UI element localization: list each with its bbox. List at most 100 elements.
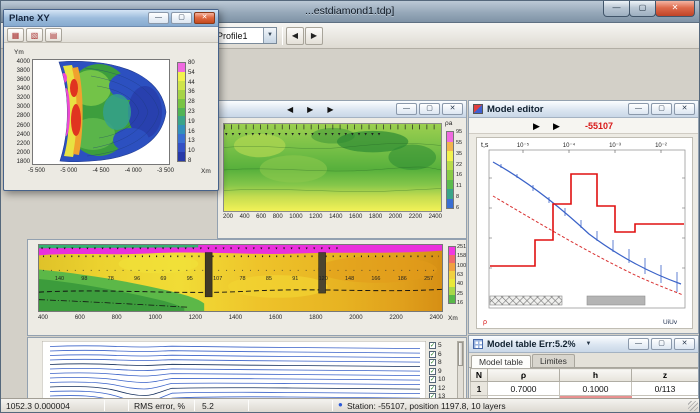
pseudosection-plot[interactable]: ▾▾▾▾▾▾▾▾▾▾▾▾▾▾▾▾▾▾▾▾▾▾▾▾ [223, 123, 442, 212]
colorbar-segment [447, 170, 453, 180]
prev-arrow-button[interactable]: ◀ [287, 105, 293, 114]
legend-checkbox[interactable]: ✓ [429, 351, 436, 358]
legend-checkbox[interactable]: ✓ [429, 376, 436, 383]
pseudosection-x-axis: 2004006008001000120014001600180020002200… [223, 214, 442, 220]
plane-xy-maximize-button[interactable]: ▢ [171, 12, 192, 24]
plane-xy-minimize-button[interactable]: — [148, 12, 169, 24]
model-section-plot[interactable]: ▾▾▾▾▾▾▾▾▾▾▾▾▾▾▾▾▾▾▾▾▾▾▾▾▾▾▾▾▾▾▾▾▾▾▾▾▾▾▾▾… [38, 244, 443, 312]
tick-label: 3600 [17, 77, 30, 83]
play-forward-button[interactable]: ▶ [553, 121, 560, 132]
cell-h[interactable]: 0.1000 [560, 382, 632, 396]
tick-label: 158 [457, 253, 466, 259]
tab-model-table[interactable]: Model table [471, 355, 531, 368]
next-station-button[interactable]: ▶ [305, 27, 323, 45]
tick-label: 1000 [148, 315, 161, 321]
legend-item[interactable]: ✓9 [429, 368, 455, 375]
profile-select[interactable]: Profile1 ▼ [213, 27, 277, 44]
tick-label: 200 [223, 214, 233, 220]
colorbar-segment [449, 287, 455, 295]
column-header-rho[interactable]: ρ [488, 369, 560, 382]
legend-item[interactable]: ✓12 [429, 385, 455, 392]
pseudosection-titlebar[interactable]: ◀ ▶ ▶ — ▢ ✕ [218, 101, 466, 118]
pseudosection-minimize-button[interactable]: — [396, 103, 417, 115]
legend-item[interactable]: ✓8 [429, 359, 455, 366]
tick-label: 4000 [17, 59, 30, 65]
tick-label: 36 [188, 89, 195, 95]
model-editor-titlebar[interactable]: Model editor — ▢ ✕ [469, 101, 698, 118]
model-table-close-button[interactable]: ✕ [674, 338, 695, 350]
chevron-down-icon[interactable]: ▼ [586, 341, 592, 347]
next-arrow-button[interactable]: ▶ [307, 105, 313, 114]
model-editor-minimize-button[interactable]: — [628, 103, 649, 115]
model-table-minimize-button[interactable]: — [628, 338, 649, 350]
plane-xy-window[interactable]: Plane XY — ▢ ✕ ▦ ▧ ▤ Ym 4000380036003400… [3, 9, 219, 191]
tick-label: 80 [188, 60, 195, 66]
tick-label: 100 [457, 263, 466, 269]
layers-button[interactable]: ▤ [45, 28, 62, 42]
legend-checkbox[interactable]: ✓ [429, 385, 436, 392]
pseudosection-maximize-button[interactable]: ▢ [419, 103, 440, 115]
resistivity-value: 91 [292, 276, 298, 282]
tick-label: 1400 [329, 214, 342, 220]
model-section-x-axis: 4006008001000120014001600180020002200240… [38, 315, 443, 321]
model-table-maximize-button[interactable]: ▢ [651, 338, 672, 350]
model-editor-panel: Model editor — ▢ ✕ ▶ ▶ -55107 [468, 100, 699, 334]
tick-label: 16 [456, 172, 462, 178]
column-header-n[interactable]: N [471, 369, 488, 382]
colorbar-segment [447, 199, 453, 209]
tick-label: 800 [112, 315, 122, 321]
colorbar-segment [447, 189, 453, 199]
grid-button[interactable]: ▧ [26, 28, 43, 42]
column-header-h[interactable]: h [560, 369, 632, 382]
model-table-tabs: Model table Limites [469, 353, 698, 368]
window-close-button[interactable]: ✕ [655, 1, 695, 17]
borehole-column [205, 253, 212, 297]
tick-label: 2000 [389, 214, 402, 220]
prev-station-button[interactable]: ◀ [286, 27, 304, 45]
model-editor-maximize-button[interactable]: ▢ [651, 103, 672, 115]
pseudosection-close-button[interactable]: ✕ [442, 103, 463, 115]
model-editor-plot[interactable]: t,s 10⁻⁵ 10⁻⁴ 10⁻³ 10⁻² [476, 137, 693, 329]
tick-label: 63 [457, 272, 466, 278]
play-arrow-button[interactable]: ▶ [327, 105, 333, 114]
column-header-z[interactable]: z [632, 369, 699, 382]
plane-xy-close-button[interactable]: ✕ [194, 12, 215, 24]
plane-xy-titlebar[interactable]: Plane XY — ▢ ✕ [4, 10, 218, 27]
tick-label: 10⁻² [655, 143, 667, 149]
resistivity-axis-label: ρ [483, 319, 487, 326]
scrollbar-thumb[interactable] [458, 342, 463, 366]
station-info-status: Station: -55107, position 1197.8, 10 lay… [347, 401, 506, 411]
resize-grip[interactable] [688, 401, 698, 411]
legend-item[interactable]: ✓10 [429, 376, 455, 383]
model-table-title: Model table Err:5.2% [487, 339, 576, 349]
legend-checkbox[interactable]: ✓ [429, 359, 436, 366]
tab-limits[interactable]: Limites [532, 354, 575, 367]
legend-checkbox[interactable]: ✓ [429, 368, 436, 375]
plane-xy-plot[interactable] [32, 59, 170, 165]
tick-label: 3200 [17, 95, 30, 101]
row-number[interactable]: 1 [471, 382, 488, 396]
palette-button[interactable]: ▦ [7, 28, 24, 42]
window-minimize-button[interactable]: — [603, 1, 630, 17]
application-window: ...estdiamond1.tdp] — ▢ ✕ Profile1 ▼ ◀ ▶… [0, 0, 700, 413]
legend-item[interactable]: ✓6 [429, 351, 455, 358]
tick-label: 35 [456, 151, 462, 157]
colorbar-segment [178, 134, 185, 143]
legend-item[interactable]: ✓5 [429, 342, 455, 349]
model-section-colorbar [448, 246, 456, 304]
colorbar-segment [178, 108, 185, 117]
tick-label: 10⁻³ [609, 143, 621, 149]
model-section-colorbar-ticks: 25115810063402516 [457, 244, 466, 306]
tick-label: 8 [188, 158, 195, 164]
legend-checkbox[interactable]: ✓ [429, 342, 436, 349]
cell-z[interactable]: 0/113 [632, 382, 699, 396]
tick-label: 3400 [17, 86, 30, 92]
model-editor-close-button[interactable]: ✕ [674, 103, 695, 115]
chevron-down-icon[interactable]: ▼ [263, 28, 276, 43]
play-forward-button[interactable]: ▶ [533, 121, 540, 132]
cell-rho[interactable]: 0.7000 [488, 382, 560, 396]
colorbar-segment [449, 271, 455, 279]
plane-xy-contour-map [33, 60, 169, 164]
window-maximize-button[interactable]: ▢ [629, 1, 656, 17]
model-table-titlebar[interactable]: Model table Err:5.2% ▼ — ▢ ✕ [469, 336, 698, 353]
